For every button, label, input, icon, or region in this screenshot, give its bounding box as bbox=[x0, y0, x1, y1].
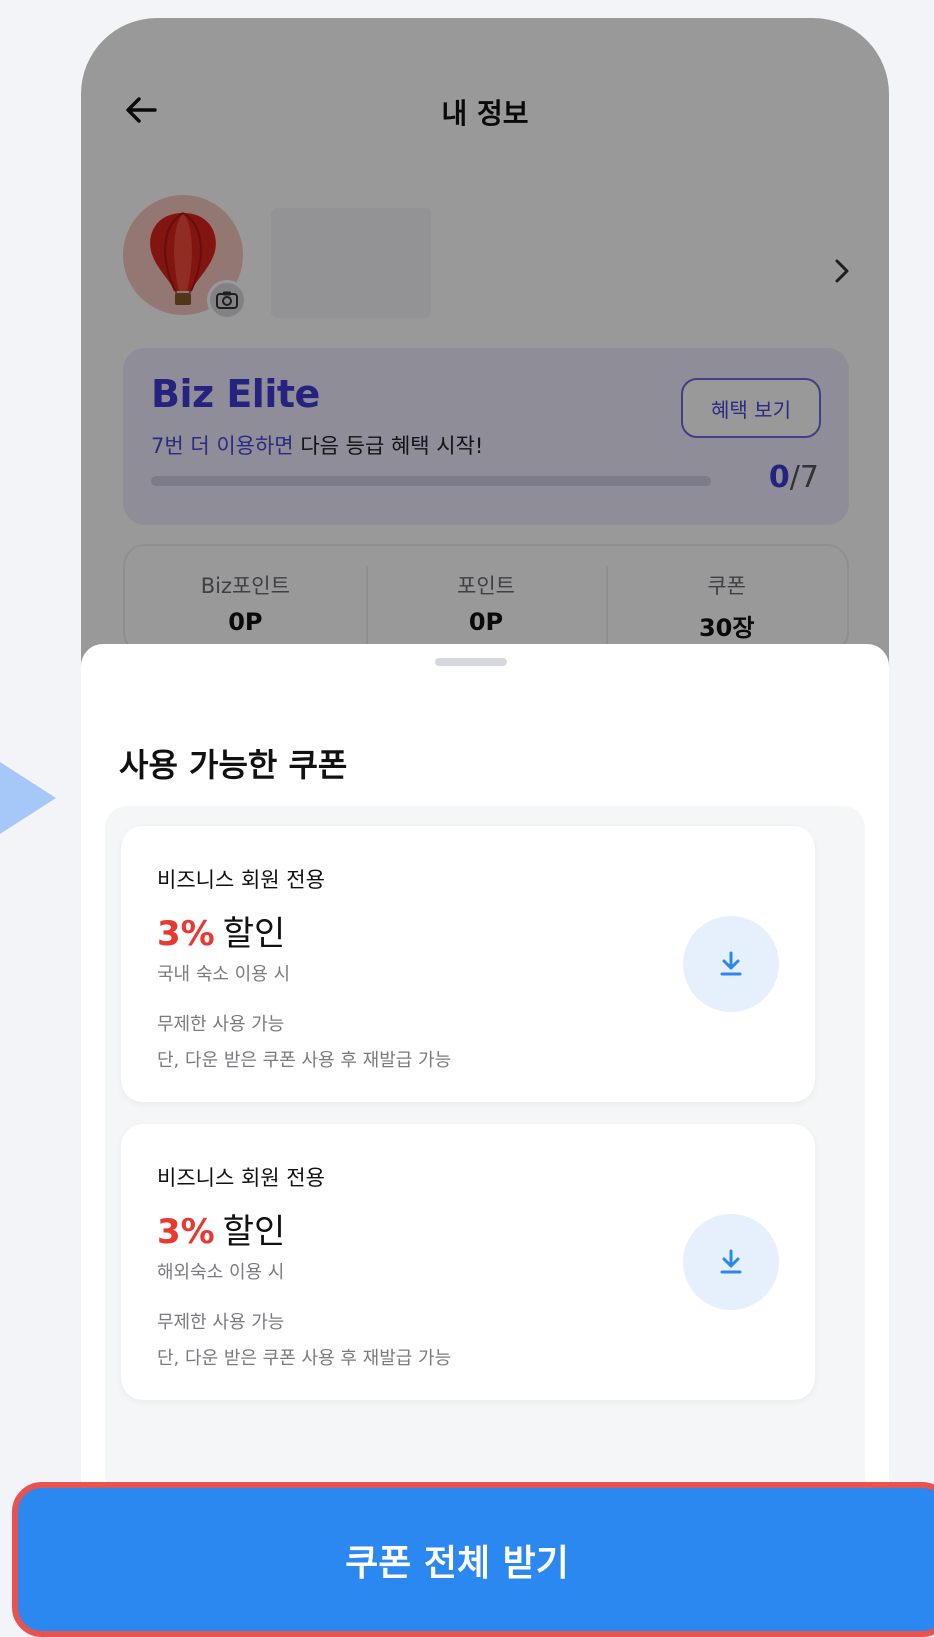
download-icon bbox=[720, 1249, 742, 1274]
sheet-drag-handle[interactable] bbox=[435, 658, 507, 666]
coupon-discount-word: 할인 bbox=[222, 914, 286, 954]
coupon-limit: 무제한 사용 가능 bbox=[157, 1312, 285, 1333]
sheet-title: 사용 가능한 쿠폰 bbox=[119, 746, 348, 784]
coupon-condition: 국내 숙소 이용 시 bbox=[157, 964, 291, 985]
coupon-discount: 3% 할인 bbox=[157, 906, 285, 955]
coupon-condition: 해외숙소 이용 시 bbox=[157, 1262, 285, 1283]
coupon-percent: 3% bbox=[157, 914, 215, 954]
coupon-card: 비즈니스 회원 전용 3% 할인 해외숙소 이용 시 무제한 사용 가능 단, 다… bbox=[121, 1124, 815, 1400]
coupon-discount: 3% 할인 bbox=[157, 1204, 285, 1253]
download-icon bbox=[720, 951, 742, 976]
coupon-card: 비즈니스 회원 전용 3% 할인 국내 숙소 이용 시 무제한 사용 가능 단, … bbox=[121, 826, 815, 1102]
coupon-category: 비즈니스 회원 전용 bbox=[157, 1166, 325, 1190]
my-info-page: 내 정보 Biz Elite 7번 더 이용하면 다음 등급 혜택 시작! 혜택… bbox=[81, 18, 889, 1637]
download-coupon-button[interactable] bbox=[683, 916, 779, 1012]
screen: 내 정보 Biz Elite 7번 더 이용하면 다음 등급 혜택 시작! 혜택… bbox=[0, 0, 934, 1637]
coupon-note: 단, 다운 받은 쿠폰 사용 후 재발급 가능 bbox=[157, 1348, 452, 1369]
pointer-arrow-icon bbox=[0, 753, 56, 843]
get-all-coupons-label: 쿠폰 전체 받기 bbox=[345, 1542, 569, 1584]
coupon-note: 단, 다운 받은 쿠폰 사용 후 재발급 가능 bbox=[157, 1050, 452, 1071]
phone-frame: 내 정보 Biz Elite 7번 더 이용하면 다음 등급 혜택 시작! 혜택… bbox=[81, 18, 889, 1637]
get-all-coupons-button[interactable]: 쿠폰 전체 받기 bbox=[12, 1482, 934, 1637]
coupon-percent: 3% bbox=[157, 1212, 215, 1252]
download-coupon-button[interactable] bbox=[683, 1214, 779, 1310]
coupon-discount-word: 할인 bbox=[222, 1212, 286, 1252]
coupon-category: 비즈니스 회원 전용 bbox=[157, 868, 325, 892]
coupon-limit: 무제한 사용 가능 bbox=[157, 1014, 285, 1035]
